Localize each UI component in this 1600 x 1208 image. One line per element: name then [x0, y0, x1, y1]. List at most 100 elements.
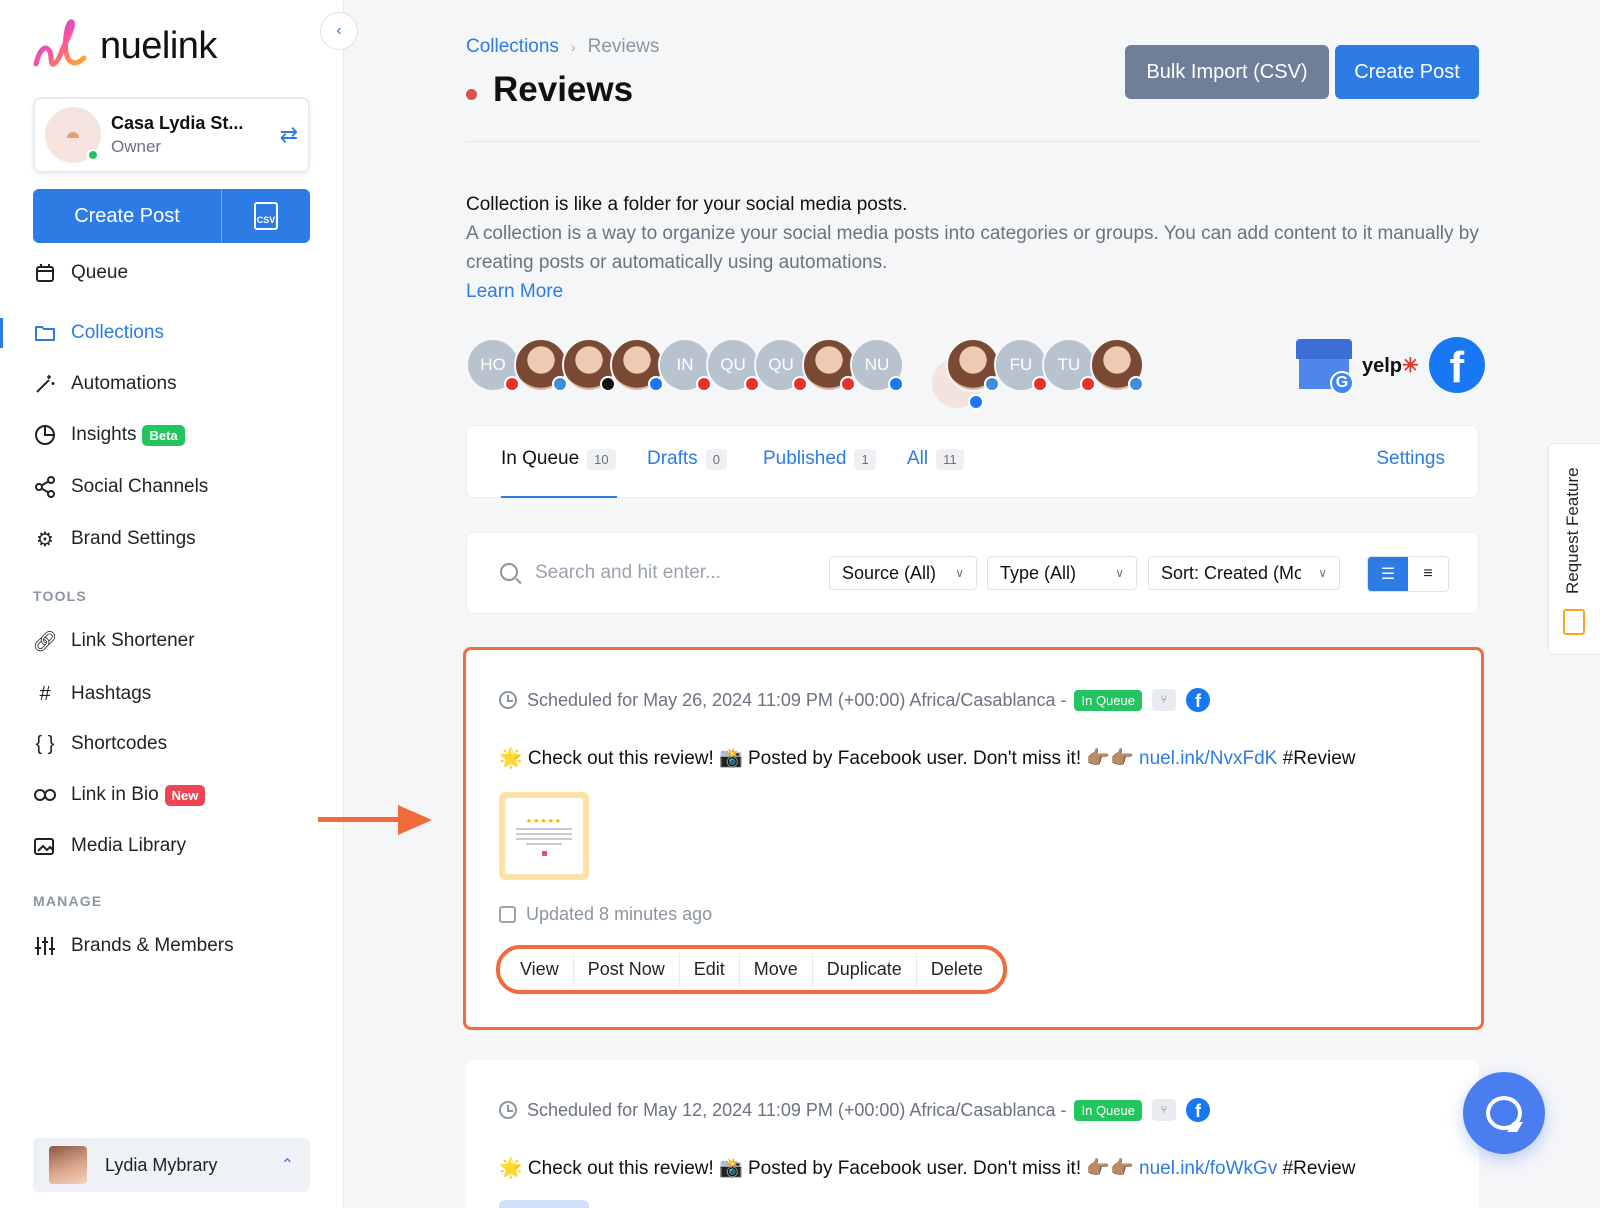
sidebar-item-label: Brand Settings — [71, 528, 196, 549]
chain-link-icon — [33, 783, 57, 807]
create-post-button[interactable]: Create Post — [1335, 45, 1479, 99]
channel-avatar[interactable]: QU — [706, 338, 760, 392]
clock-icon — [499, 691, 517, 709]
list-view-button[interactable]: ≡ — [1408, 557, 1448, 591]
tab-count: 10 — [587, 448, 616, 470]
clock-icon — [499, 1101, 517, 1119]
tab-in-queue[interactable]: In Queue 10 — [501, 448, 616, 470]
sidebar-item-media-library[interactable]: Media Library — [33, 831, 186, 861]
post-tabs: In Queue 10 Drafts 0 Published 1 All 11 … — [466, 425, 1479, 498]
channel-initials: NU — [864, 355, 890, 374]
channel-avatar[interactable] — [610, 338, 664, 392]
duplicate-button[interactable]: Duplicate — [813, 953, 917, 986]
search-input[interactable] — [535, 555, 805, 591]
request-feature-tab[interactable]: Request Feature — [1548, 443, 1600, 655]
sidebar-item-hashtags[interactable]: # Hashtags — [33, 679, 151, 709]
tab-label: Drafts — [647, 448, 698, 469]
post-card: Scheduled for May 26, 2024 11:09 PM (+00… — [463, 647, 1484, 1030]
tab-count: 0 — [705, 448, 727, 470]
card-view-icon: ☰ — [1380, 566, 1396, 583]
user-menu[interactable]: Lydia Mybrary ⌃ — [33, 1138, 310, 1192]
tab-label: In Queue — [501, 448, 580, 469]
chat-launcher-button[interactable] — [1463, 1072, 1545, 1154]
online-status-dot — [87, 149, 99, 161]
sidebar-item-automations[interactable]: Automations — [33, 369, 177, 399]
select-value: Type (All) — [1000, 562, 1077, 583]
tab-drafts[interactable]: Drafts 0 — [647, 448, 727, 470]
create-post-label: Create Post — [74, 204, 180, 227]
channel-avatar[interactable]: NU — [850, 338, 904, 392]
sort-select[interactable]: Sort: Created (Mo ∨ — [1148, 556, 1340, 590]
tab-all[interactable]: All 11 — [907, 448, 964, 470]
edit-icon — [499, 906, 516, 923]
post-schedule: Scheduled for May 26, 2024 11:09 PM (+00… — [527, 689, 1067, 710]
tab-published[interactable]: Published 1 — [763, 448, 876, 470]
channel-avatar[interactable] — [1090, 338, 1144, 392]
chevron-left-icon: ‹ — [336, 22, 342, 39]
channel-avatar[interactable]: TU — [1042, 338, 1096, 392]
post-short-link[interactable]: nuel.ink/foWkGv — [1139, 1158, 1277, 1179]
post-hashtag: #Review — [1277, 1158, 1356, 1179]
card-view-button[interactable]: ☰ — [1368, 557, 1408, 591]
tab-count: 11 — [936, 448, 964, 470]
breadcrumb-collections-link[interactable]: Collections — [466, 36, 559, 58]
chat-icon — [1486, 1096, 1522, 1130]
description-line-2: A collection is a way to organize your s… — [466, 223, 1479, 273]
post-updated-time: Updated 8 minutes ago — [526, 904, 713, 924]
post-media-thumbnail[interactable]: ★★★★★ — [499, 792, 589, 880]
facebook-icon: f — [1185, 1098, 1210, 1122]
delete-button[interactable]: Delete — [917, 953, 997, 986]
channel-avatar[interactable]: FU — [994, 338, 1048, 392]
post-card: Scheduled for May 12, 2024 11:09 PM (+00… — [466, 1060, 1479, 1208]
channel-avatar[interactable]: HO — [466, 338, 520, 392]
move-button[interactable]: Move — [740, 953, 813, 986]
edit-button[interactable]: Edit — [680, 953, 740, 986]
account-role: Owner — [111, 137, 162, 156]
post-now-button[interactable]: Post Now — [574, 953, 680, 986]
type-filter-select[interactable]: Type (All) ∨ — [987, 556, 1137, 590]
source-filter-select[interactable]: Source (All) ∨ — [829, 556, 977, 590]
switch-account-icon[interactable]: ⇄ — [280, 122, 298, 148]
channel-avatar[interactable] — [946, 338, 1000, 392]
account-name: Casa Lydia St... — [111, 113, 244, 133]
channel-avatar[interactable] — [802, 338, 856, 392]
chevron-down-icon: ∨ — [1115, 566, 1124, 580]
channel-avatar[interactable]: IN — [658, 338, 712, 392]
bulk-import-button[interactable]: Bulk Import (CSV) — [1125, 45, 1329, 99]
sidebar-item-link-in-bio[interactable]: Link in Bio New — [33, 780, 206, 810]
sidebar-item-insights[interactable]: Insights Beta — [33, 420, 185, 450]
sidebar-item-brands-members[interactable]: Brands & Members — [33, 931, 234, 961]
sidebar-item-brand-settings[interactable]: ⚙ Brand Settings — [33, 524, 196, 554]
csv-import-button[interactable]: CSV — [222, 202, 310, 230]
facebook-badge-icon — [968, 394, 984, 410]
post-short-link[interactable]: nuel.ink/NvxFdK — [1139, 748, 1277, 769]
channel-avatar[interactable]: QU — [754, 338, 808, 392]
settings-link[interactable]: Settings — [1376, 448, 1445, 470]
facebook-f-letter: f — [1194, 1101, 1201, 1121]
sidebar-create-post-button[interactable]: Create Post CSV — [33, 189, 310, 243]
sidebar-item-label: Hashtags — [71, 683, 152, 704]
pie-chart-icon — [33, 423, 57, 447]
post-actions: View Post Now Edit Move Duplicate Delete — [496, 945, 1007, 994]
channel-initials: HO — [480, 355, 506, 374]
channel-avatar[interactable] — [514, 338, 568, 392]
post-media-thumbnail[interactable] — [499, 1200, 589, 1208]
account-switcher[interactable]: Casa Lydia St... Owner ⇄ — [33, 97, 310, 173]
sidebar-item-label: Shortcodes — [71, 733, 168, 754]
yelp-logo: yelp✳ — [1362, 354, 1419, 377]
sidebar-item-queue[interactable]: Queue — [33, 258, 128, 288]
learn-more-link[interactable]: Learn More — [466, 277, 1479, 306]
facebook-badge-icon — [888, 376, 904, 392]
lightbulb-icon — [1563, 609, 1585, 635]
collapse-sidebar-button[interactable]: ‹ — [320, 12, 358, 50]
divider — [466, 141, 1479, 142]
sidebar-item-label: Brands & Members — [71, 935, 234, 956]
sidebar-item-social-channels[interactable]: Social Channels — [33, 472, 208, 502]
view-button[interactable]: View — [506, 953, 574, 986]
logo[interactable]: nuelink — [32, 18, 217, 74]
sidebar-item-link-shortener[interactable]: 🔗︎ Link Shortener — [32, 626, 195, 656]
sidebar-item-shortcodes[interactable]: { } Shortcodes — [33, 729, 168, 759]
sidebar-item-collections[interactable]: Collections — [33, 318, 164, 348]
sidebar-item-label: Link Shortener — [71, 630, 195, 651]
channel-avatar[interactable] — [562, 338, 616, 392]
